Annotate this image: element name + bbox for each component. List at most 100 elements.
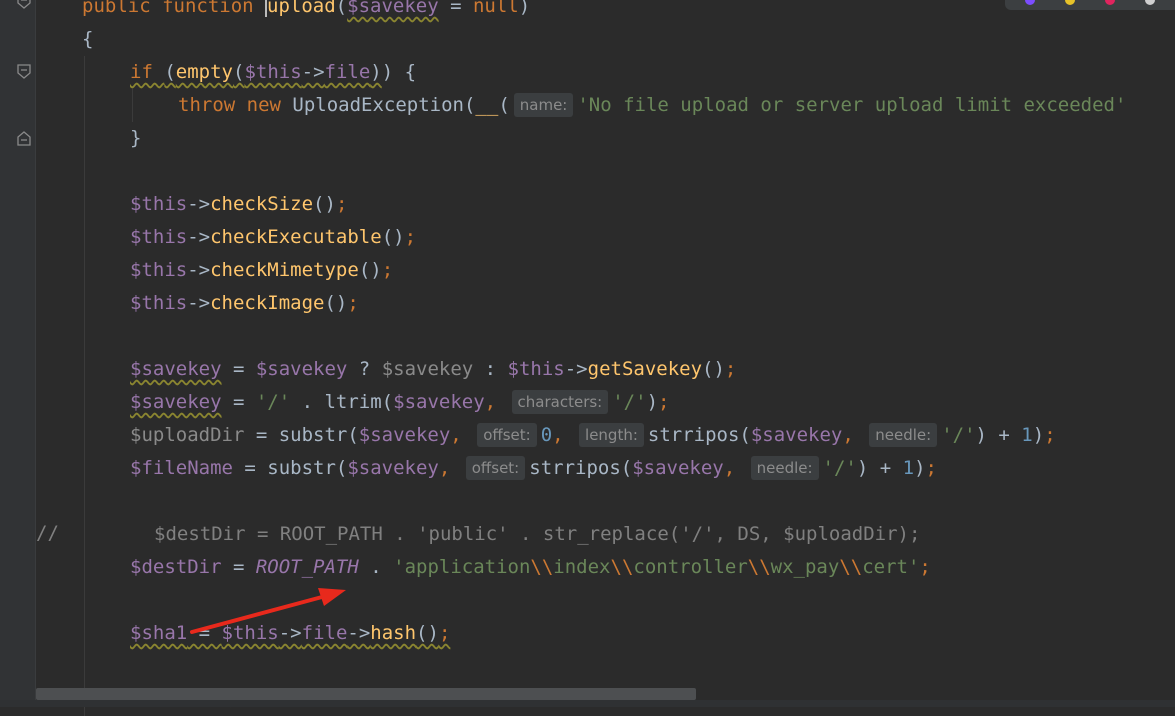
code-token: , — [438, 457, 462, 479]
code-token: = — [221, 358, 256, 380]
code-token: ; — [335, 193, 348, 215]
code-token: checkMimetype — [210, 259, 359, 281]
browser-icon[interactable] — [1025, 0, 1035, 5]
indent-guide — [84, 56, 85, 89]
indent-guide — [84, 320, 85, 353]
code-token: index — [553, 556, 611, 578]
code-token: $this — [507, 358, 565, 380]
indent-guide — [84, 122, 85, 155]
code-token: ; — [1044, 424, 1056, 446]
code-token: 'application — [393, 556, 531, 578]
code-token: = substr( — [232, 457, 348, 479]
code-line[interactable]: public function upload($savekey = null) — [82, 0, 530, 23]
code-token: ) — [370, 61, 382, 83]
fold-marker-icon[interactable] — [17, 64, 31, 80]
code-token: ) — [1032, 424, 1045, 446]
editor-gutter — [0, 0, 36, 707]
code-line[interactable]: $sha1 = $this->file->hash(); — [84, 617, 450, 650]
horizontal-scrollbar[interactable] — [36, 688, 696, 700]
code-token: 1 — [1021, 424, 1033, 446]
code-token: $destDir = ROOT_PATH . 'public' . str_re… — [154, 523, 921, 545]
code-token: '/' — [255, 391, 291, 413]
code-token: hash — [370, 622, 417, 644]
code-token: ) — [518, 0, 531, 17]
code-token: throw new — [178, 94, 293, 116]
code-token: , — [552, 424, 576, 446]
code-token: ; — [724, 358, 737, 380]
code-token: $fileName — [130, 457, 233, 479]
code-token: } — [130, 127, 142, 149]
parameter-hint: needle: — [750, 456, 819, 480]
code-token: $savekey — [381, 358, 474, 380]
code-token: strripos( — [529, 457, 633, 479]
browser-icon[interactable] — [1105, 0, 1115, 5]
code-token: { — [82, 28, 94, 50]
code-token: ; — [347, 292, 359, 314]
code-line[interactable]: $this->checkMimetype(); — [84, 254, 393, 287]
code-token: = — [221, 391, 256, 413]
code-token: \\ — [530, 556, 554, 578]
code-line[interactable]: $fileName = substr($savekey, offset: strr… — [84, 452, 937, 485]
indent-guide — [84, 89, 85, 122]
code-token: ( — [232, 61, 245, 83]
code-line[interactable]: $destDir = ROOT_PATH . 'application\\ind… — [84, 551, 931, 584]
parameter-hint: needle: — [869, 423, 938, 447]
code-token: () — [358, 259, 382, 281]
code-token: , — [450, 424, 474, 446]
code-token: ) — [381, 61, 394, 83]
code-token: $savekey — [255, 358, 348, 380]
code-token: $savekey — [750, 424, 843, 446]
code-editor[interactable]: public function upload($savekey = null) {… — [36, 0, 1175, 716]
code-token: \\ — [747, 556, 771, 578]
code-token: controller — [633, 556, 748, 578]
parameter-hint: offset: — [477, 423, 537, 447]
code-line[interactable]: { — [82, 23, 93, 56]
code-token: = — [187, 622, 222, 644]
code-token: () — [416, 622, 439, 644]
indent-guide — [84, 287, 85, 320]
code-token: ( — [335, 0, 348, 17]
indent-guide — [84, 419, 85, 452]
code-token: checkSize — [210, 193, 314, 215]
indent-guide — [84, 518, 85, 551]
code-token: $this — [130, 292, 188, 314]
code-token: $destDir — [130, 556, 222, 578]
code-token: checkExecutable — [210, 226, 382, 248]
code-line[interactable]: } — [84, 122, 142, 155]
code-line[interactable]: $uploadDir = substr($savekey, offset: 0, … — [84, 419, 1056, 452]
code-line[interactable]: $savekey = $savekey ? $savekey : $this->… — [84, 353, 737, 386]
code-line[interactable]: $this->checkSize(); — [84, 188, 348, 221]
code-token: 0 — [540, 424, 553, 446]
code-token: public function — [82, 0, 266, 17]
browser-preview-icons — [1005, 0, 1175, 10]
code-token: ROOT_PATH — [255, 556, 359, 578]
code-line[interactable]: throw new UploadException(__(name: 'No fi… — [84, 89, 1126, 122]
code-token: ) + — [856, 457, 903, 479]
indent-guide — [84, 584, 85, 617]
code-line[interactable]: $this->checkImage(); — [84, 287, 359, 320]
code-line[interactable]: if (empty($this->file)) { — [84, 56, 416, 89]
code-token: ; — [919, 556, 931, 578]
code-line[interactable]: $this->checkExecutable(); — [84, 221, 416, 254]
code-token: $savekey — [347, 457, 439, 479]
code-token: , — [484, 391, 508, 413]
code-line[interactable]: $destDir = ROOT_PATH . 'public' . str_re… — [84, 518, 921, 551]
code-token: getSavekey — [587, 358, 703, 380]
parameter-hint: length: — [579, 423, 644, 447]
indent-guide — [84, 452, 85, 485]
code-token: $uploadDir — [130, 424, 245, 446]
code-token: -> — [301, 61, 325, 83]
code-token: ) — [646, 391, 659, 413]
code-token: $this — [244, 61, 302, 83]
code-token: null — [472, 0, 519, 17]
fold-end-marker-icon[interactable] — [17, 130, 31, 146]
code-token: wx_pay — [770, 556, 840, 578]
code-token: : — [473, 358, 508, 380]
code-token: . ltrim( — [290, 391, 394, 413]
fold-marker-icon[interactable] — [17, 0, 31, 10]
code-token: $savekey — [347, 0, 439, 17]
code-token: \\ — [610, 556, 634, 578]
code-line[interactable]: $savekey = '/' . ltrim($savekey, charact… — [84, 386, 669, 419]
browser-icon[interactable] — [1065, 0, 1075, 5]
browser-icon[interactable] — [1145, 0, 1155, 5]
